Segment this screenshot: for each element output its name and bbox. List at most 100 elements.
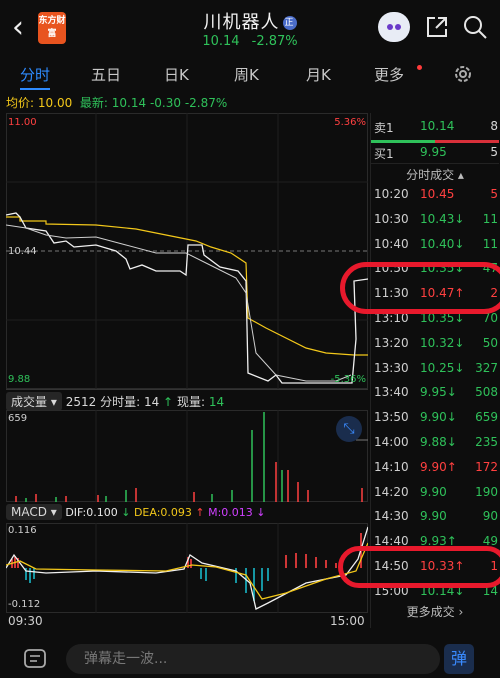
red-highlight-ellipse bbox=[340, 262, 500, 314]
search-icon[interactable] bbox=[462, 14, 488, 40]
robot-assistant-icon[interactable] bbox=[378, 12, 410, 42]
trade-vol: 327 bbox=[475, 360, 498, 375]
tab-five-day[interactable]: 五日 bbox=[91, 64, 121, 85]
price-line-2 bbox=[5, 224, 352, 382]
trade-time: 13:20 bbox=[374, 335, 409, 350]
trade-vol: 11 bbox=[482, 211, 498, 226]
trade-arrow: ↓ bbox=[454, 211, 465, 226]
trade-time: 13:50 bbox=[374, 410, 409, 425]
tab-month-k[interactable]: 月K bbox=[306, 64, 331, 85]
latest-change-pct: -2.87% bbox=[184, 96, 228, 110]
trade-arrow: ↓ bbox=[454, 360, 465, 375]
price-axis-bottom: 9.88 bbox=[8, 374, 31, 385]
more-trades-link[interactable]: 更多成交 › bbox=[371, 603, 499, 620]
trade-price-value: 9.95 bbox=[420, 385, 447, 400]
macd-dif: DIF:0.100 bbox=[65, 506, 118, 519]
trade-time: 10:40 bbox=[374, 236, 409, 251]
trades-header[interactable]: 分时成交 ▴ bbox=[371, 163, 499, 183]
avg-price-row: 均价: 10.00 最新: 10.14 -0.30 -2.87% bbox=[6, 94, 227, 111]
tab-day-k[interactable]: 日K bbox=[164, 64, 189, 85]
trade-price: 9.90↓ bbox=[420, 410, 457, 424]
avg-value: 10.00 bbox=[37, 96, 73, 110]
header-change-pct: -2.87% bbox=[251, 34, 298, 49]
trade-row: 13:50 9.90↓ 659 bbox=[374, 410, 498, 432]
expand-chart-icon[interactable]: ⤡ bbox=[336, 416, 362, 442]
trade-time: 14:10 bbox=[374, 459, 409, 474]
danmu-toggle-button[interactable]: 弹 bbox=[444, 644, 474, 674]
book-divider-green bbox=[371, 140, 435, 143]
notification-dot bbox=[417, 65, 422, 70]
bid-1-price: 9.95 bbox=[420, 145, 447, 159]
trade-price: 9.90 bbox=[420, 485, 447, 499]
trade-price-value: 9.90 bbox=[420, 410, 447, 425]
intraday-price-chart[interactable]: 11.00 5.36% 10.44 9.88 -5.36% bbox=[5, 113, 369, 389]
bid-1-label: 买1 bbox=[374, 147, 394, 161]
robot-eye-icon bbox=[387, 24, 393, 30]
red-highlight-ellipse bbox=[338, 546, 500, 588]
trade-price-value: 10.43 bbox=[420, 211, 455, 226]
trade-price-value: 10.45 bbox=[420, 187, 455, 201]
trade-vol: 90 bbox=[482, 509, 498, 524]
trade-vol: 172 bbox=[475, 459, 498, 474]
volume-selector[interactable]: 成交量 ▾ bbox=[6, 392, 62, 411]
avg-label: 均价: bbox=[6, 96, 35, 110]
trade-time: 14:30 bbox=[374, 509, 409, 524]
ask-1-price: 10.14 bbox=[420, 119, 455, 133]
message-icon[interactable] bbox=[22, 646, 48, 672]
trade-row: 13:20 10.32↓ 50 bbox=[374, 336, 498, 358]
macd-dea: DEA:0.093 bbox=[133, 506, 192, 519]
trade-row: 13:40 9.95↓ 508 bbox=[374, 385, 498, 407]
macd-m: M:0.013 bbox=[208, 506, 253, 519]
macd-selector-label: MACD bbox=[11, 505, 47, 519]
volume-max-label: 659 bbox=[8, 413, 28, 424]
price-axis-top-pct: 5.36% bbox=[334, 117, 366, 128]
trade-vol: 235 bbox=[475, 435, 498, 449]
volume-chart[interactable]: 659 ⤡ bbox=[6, 410, 368, 502]
trade-time: 13:40 bbox=[374, 385, 409, 400]
trade-price: 9.88↓ bbox=[420, 435, 457, 449]
tab-more[interactable]: 更多 bbox=[374, 64, 404, 85]
name-tag-badge: 正 bbox=[282, 16, 297, 30]
price-axis-bottom-pct: -5.36% bbox=[330, 374, 366, 385]
trade-row: 10:30 10.43↓ 11 bbox=[374, 212, 498, 234]
tab-week-k[interactable]: 周K bbox=[234, 64, 259, 85]
trade-price-value: 9.90 bbox=[420, 459, 447, 474]
volume-header: 成交量 ▾ 2512 分时量: 14 ↑ 现量: 14 bbox=[6, 389, 368, 411]
trade-arrow: ↓ bbox=[454, 236, 465, 251]
trade-vol: 5 bbox=[490, 187, 498, 201]
time-axis-start: 09:30 bbox=[8, 614, 43, 628]
trade-arrow: ↓ bbox=[446, 385, 457, 400]
trade-price: 9.90 bbox=[420, 509, 447, 523]
macd-chart[interactable]: 0.116 -0.112 bbox=[5, 523, 369, 613]
trade-price-value: 10.25 bbox=[420, 360, 455, 375]
trade-row: 10:20 10.45 5 bbox=[374, 187, 498, 209]
trade-price: 10.45 bbox=[420, 187, 454, 201]
trade-price-value: 9.90 bbox=[420, 484, 447, 499]
settings-gear-icon[interactable] bbox=[452, 63, 474, 85]
stock-name: 川机器人 bbox=[203, 12, 280, 33]
current-vol-value: 14 bbox=[208, 395, 225, 409]
volume-selector-label: 成交量 bbox=[11, 395, 48, 409]
trade-time: 14:00 bbox=[374, 435, 409, 449]
tab-fenshi[interactable]: 分时 bbox=[20, 64, 50, 85]
time-axis-end: 15:00 bbox=[330, 614, 365, 628]
trade-price: 9.90↑ bbox=[420, 460, 457, 474]
macd-selector[interactable]: MACD ▾ bbox=[6, 504, 62, 520]
share-icon[interactable] bbox=[424, 14, 450, 40]
trade-vol: 659 bbox=[475, 410, 498, 425]
trade-row: 14:30 9.90 90 bbox=[374, 509, 498, 531]
ask-1-label: 卖1 bbox=[374, 121, 394, 135]
trade-arrow: ↓ bbox=[454, 335, 465, 350]
trade-price: 10.25↓ bbox=[420, 361, 464, 375]
chart-tabs: 分时 五日 日K 周K 月K 更多 bbox=[0, 60, 500, 90]
trade-row: 13:10 10.35↓ 70 bbox=[374, 311, 498, 333]
trade-row: 10:40 10.40↓ 11 bbox=[374, 237, 498, 259]
more-trades-label: 更多成交 bbox=[406, 605, 455, 619]
trade-row: 14:10 9.90↑ 172 bbox=[374, 460, 498, 482]
trade-arrow: ↓ bbox=[446, 410, 457, 425]
trade-vol: 11 bbox=[482, 236, 498, 251]
latest-change: -0.30 bbox=[149, 96, 181, 110]
danmu-input[interactable]: 弹幕走一波... bbox=[66, 644, 440, 674]
header-price: 10.14 bbox=[202, 34, 240, 49]
active-tab-indicator bbox=[20, 88, 50, 90]
